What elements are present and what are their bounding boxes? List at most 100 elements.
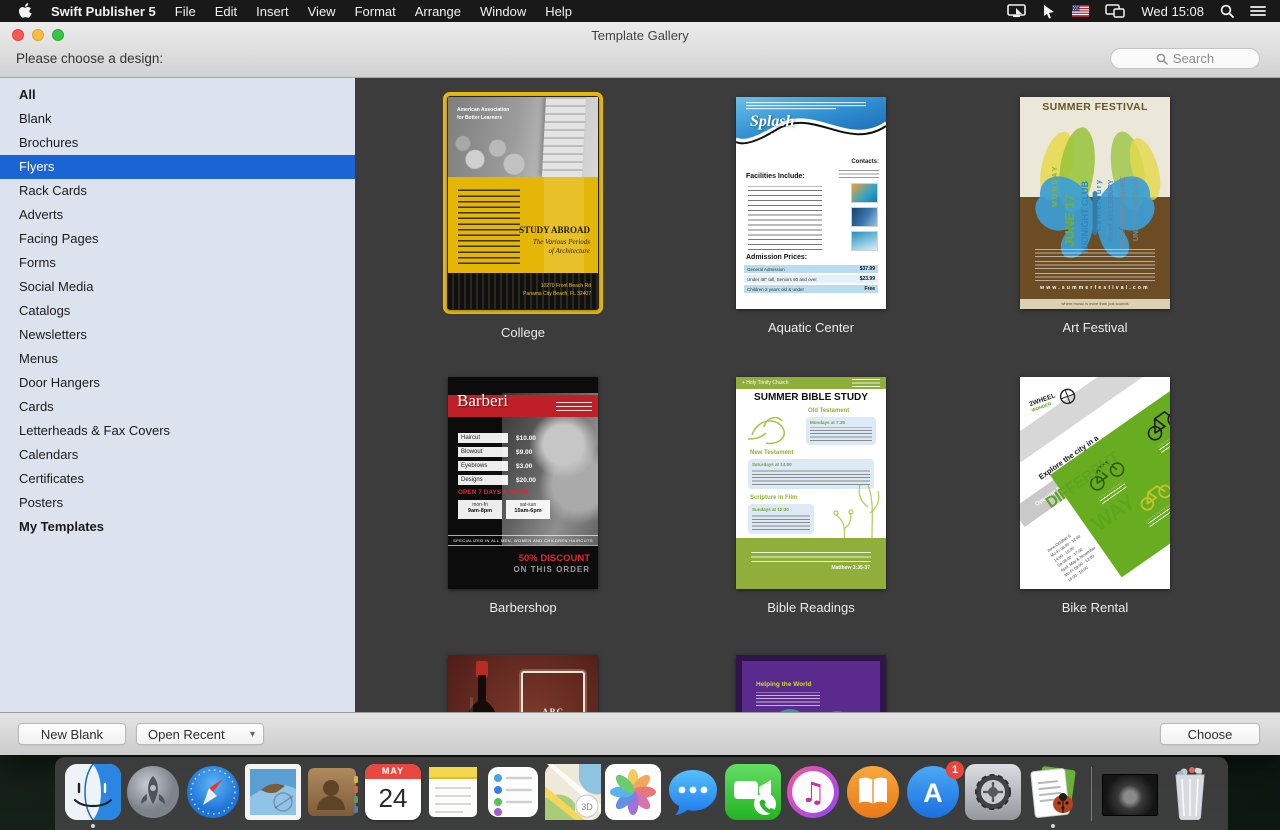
sidebar-item-all[interactable]: All [0, 83, 355, 107]
template-card-art[interactable]: MONDAY JUNE 17 MIDNIGHT CLUB Canterbury … [1015, 97, 1175, 335]
bible-box-1: Mondays at 7:30 [806, 417, 876, 445]
barbershop-schedule-2: sat-sun 10am-6pm [506, 500, 550, 519]
art-paragraph [1035, 249, 1155, 257]
calendar-dock-icon[interactable]: MAY 24 [365, 764, 421, 820]
notes-dock-icon[interactable] [425, 764, 481, 820]
safari-dock-icon[interactable] [185, 764, 241, 820]
catering-thumbnail[interactable]: ABC Catering Services [448, 655, 598, 712]
barbershop-price-row: Haircut $10.00 [458, 433, 536, 443]
template-card-aquatic[interactable]: Splash Aquatic Center Contacts: Faciliti… [731, 97, 891, 335]
art-word-june17: JUNE 17 [1062, 121, 1077, 247]
menu-clock[interactable]: Wed 15:08 [1141, 4, 1204, 19]
reminders-dock-icon[interactable] [485, 764, 541, 820]
sidebar-item-certificates[interactable]: Certificates [0, 467, 355, 491]
us-flag-input-source-icon[interactable] [1072, 5, 1089, 17]
template-card-catering[interactable]: ABC Catering Services [443, 655, 603, 712]
aquatic-price-row: Under 48" tall, Seniors 60 and over $23.… [744, 275, 878, 283]
template-card-helping[interactable]: Helping the World [731, 655, 891, 712]
sidebar-item-my-templates[interactable]: My Templates [0, 515, 355, 539]
aquatic-price-row: General Admission $37.99 [744, 265, 878, 273]
contacts-dock-icon[interactable] [305, 764, 361, 820]
aquatic-price-row: Children 2 years old & under Free [744, 285, 878, 293]
selected-template-frame: American Association for Better Learners… [443, 92, 603, 314]
calendar-day: 24 [365, 779, 421, 817]
search-input[interactable]: Search [1110, 48, 1260, 69]
sidebar-item-posters[interactable]: Posters [0, 491, 355, 515]
art-paragraph [1035, 273, 1155, 281]
remote-pointer-icon[interactable] [1042, 4, 1056, 19]
sidebar-item-brochures[interactable]: Brochures [0, 131, 355, 155]
menu-arrange[interactable]: Arrange [415, 4, 461, 19]
bible-thumbnail[interactable]: + Holy Trinity Church SUMMER BIBLE STUDY… [736, 377, 886, 589]
facetime-dock-icon[interactable] [725, 764, 781, 820]
mail-dock-icon[interactable] [245, 764, 301, 820]
sidebar-item-calendars[interactable]: Calendars [0, 443, 355, 467]
minimized-window-thumbnail[interactable] [1102, 764, 1158, 820]
sidebar-item-letterheads[interactable]: Letterheads & Fax Covers [0, 419, 355, 443]
barbershop-thumbnail[interactable]: Barberi Haircut $10.00 Blowout $9.00 Eye… [448, 377, 598, 589]
app-store-dock-icon[interactable]: A 1 [905, 764, 961, 820]
menu-view[interactable]: View [308, 4, 336, 19]
bible-section-1: Old Testament [808, 408, 849, 414]
sidebar-item-facing-pages[interactable]: Facing Pages [0, 227, 355, 251]
menu-format[interactable]: Format [355, 4, 396, 19]
displays-icon[interactable] [1105, 4, 1125, 18]
swift-publisher-dock-icon[interactable] [1025, 764, 1081, 820]
sidebar-item-social-media[interactable]: Social Media [0, 275, 355, 299]
template-card-bike[interactable]: Opening hours 2WHEEL WONDER [1015, 377, 1175, 615]
sidebar-item-cards[interactable]: Cards [0, 395, 355, 419]
search-placeholder: Search [1173, 51, 1214, 66]
menu-file[interactable]: File [175, 4, 196, 19]
app-store-badge: 1 [946, 761, 964, 779]
messages-dock-icon[interactable] [665, 764, 721, 820]
sidebar-item-forms[interactable]: Forms [0, 251, 355, 275]
display-mirroring-icon[interactable] [1007, 4, 1026, 18]
sidebar-item-rack-cards[interactable]: Rack Cards [0, 179, 355, 203]
helping-thumbnail[interactable]: Helping the World [736, 655, 886, 712]
itunes-dock-icon[interactable]: ♫ [785, 764, 841, 820]
new-blank-button[interactable]: New Blank [18, 723, 126, 745]
notification-center-icon[interactable] [1250, 5, 1266, 17]
menu-help[interactable]: Help [545, 4, 572, 19]
template-card-college[interactable]: American Association for Better Learners… [443, 92, 603, 340]
menu-window[interactable]: Window [480, 4, 526, 19]
aquatic-thumbnail[interactable]: Splash Aquatic Center Contacts: Faciliti… [736, 97, 886, 309]
maps-dock-icon[interactable]: 3D [545, 764, 601, 820]
sidebar-item-menus[interactable]: Menus [0, 347, 355, 371]
sidebar-item-door-hangers[interactable]: Door Hangers [0, 371, 355, 395]
spotlight-search-icon[interactable] [1220, 4, 1234, 18]
sidebar-item-catalogs[interactable]: Catalogs [0, 299, 355, 323]
art-thumbnail[interactable]: MONDAY JUNE 17 MIDNIGHT CLUB Canterbury … [1020, 97, 1170, 309]
sidebar-item-flyers[interactable]: Flyers [0, 155, 355, 179]
college-org-text: American Association for Better Learners [457, 107, 515, 122]
photos-dock-icon[interactable] [605, 764, 661, 820]
college-subtitle: The Various Periods of Architecture [533, 238, 590, 257]
trash-dock-icon[interactable] [1162, 764, 1218, 820]
apple-logo-icon[interactable] [18, 3, 32, 19]
barbershop-price-row: Eyebrows $3.00 [458, 461, 532, 471]
window-footer: New Blank Open Recent ▾ Choose [0, 712, 1280, 755]
aquatic-brand-sub: Aquatic Center [770, 133, 813, 139]
bible-verse: Matthew 3:35-37 [831, 565, 870, 571]
art-word-road: Road AYLESBURY [1108, 121, 1115, 241]
menu-app-name[interactable]: Swift Publisher 5 [51, 4, 156, 19]
system-preferences-dock-icon[interactable] [965, 764, 1021, 820]
menu-insert[interactable]: Insert [256, 4, 289, 19]
launchpad-dock-icon[interactable] [125, 764, 181, 820]
sidebar-item-blank[interactable]: Blank [0, 107, 355, 131]
art-word-canterbury: Canterbury [1096, 121, 1103, 231]
helping-title: Helping the World [756, 681, 812, 688]
template-gallery-window: Template Gallery Please choose a design:… [0, 22, 1280, 755]
menu-edit[interactable]: Edit [215, 4, 237, 19]
sidebar-item-adverts[interactable]: Adverts [0, 203, 355, 227]
sidebar-item-newsletters[interactable]: Newsletters [0, 323, 355, 347]
college-thumbnail[interactable]: American Association for Better Learners… [448, 97, 598, 309]
bike-thumbnail[interactable]: Opening hours 2WHEEL WONDER [1020, 377, 1170, 589]
ibooks-dock-icon[interactable] [845, 764, 901, 820]
window-chrome: Template Gallery Please choose a design:… [0, 22, 1280, 78]
choose-button[interactable]: Choose [1160, 723, 1260, 745]
open-recent-dropdown[interactable]: Open Recent ▾ [136, 723, 264, 745]
template-card-barbershop[interactable]: Barberi Haircut $10.00 Blowout $9.00 Eye… [443, 377, 603, 615]
finder-dock-icon[interactable] [65, 764, 121, 820]
template-card-bible[interactable]: + Holy Trinity Church SUMMER BIBLE STUDY… [731, 377, 891, 615]
